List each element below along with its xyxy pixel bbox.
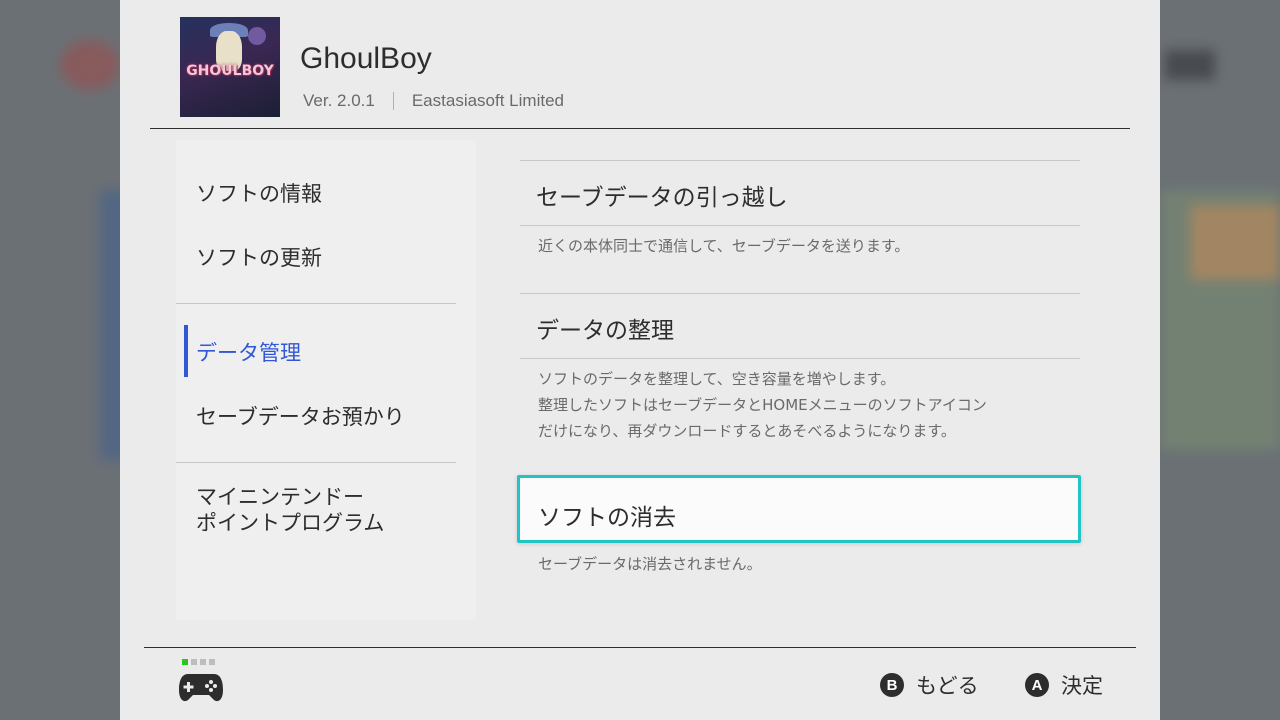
option-transfer-save-data[interactable]: セーブデータの引っ越し <box>536 178 788 212</box>
confirm-button[interactable]: A 決定 <box>1025 670 1103 700</box>
sidebar-item-label: ポイントプログラム <box>196 511 385 535</box>
sidebar-item-software-info[interactable]: ソフトの情報 <box>196 178 322 208</box>
back-button[interactable]: B もどる <box>880 670 979 700</box>
divider <box>176 462 456 463</box>
a-button-icon: A <box>1025 673 1049 697</box>
option-description: ソフトのデータを整理して、空き容量を増やします。 整理したソフトはセーブデータと… <box>538 370 987 440</box>
back-label: もどる <box>916 674 979 698</box>
sidebar-item-software-update[interactable]: ソフトの更新 <box>196 242 322 272</box>
divider <box>392 92 394 110</box>
background-tile <box>60 40 120 90</box>
game-icon: GHOULBOY <box>180 17 280 117</box>
active-indicator <box>184 325 188 377</box>
divider <box>144 647 1136 648</box>
game-meta: Ver. 2.0.1 Eastasiasoft Limited <box>303 91 564 111</box>
sidebar-item-label: マイニンテンドー <box>196 485 364 509</box>
divider <box>520 293 1080 294</box>
sidebar-item-my-nintendo[interactable]: マイニンテンドー ポイントプログラム <box>196 484 384 536</box>
divider <box>150 128 1130 129</box>
sidebar-item-save-data-cloud[interactable]: セーブデータお預かり <box>196 401 405 431</box>
game-title: GhoulBoy <box>300 42 432 75</box>
divider <box>520 358 1080 359</box>
user-indicator <box>182 659 215 665</box>
background-tile <box>1190 205 1280 280</box>
divider <box>520 160 1080 161</box>
option-archive-software[interactable]: データの整理 <box>536 311 674 345</box>
sidebar-item-data-management[interactable]: データ管理 <box>196 337 301 367</box>
game-logo: GHOULBOY <box>186 63 274 79</box>
software-settings-panel: GHOULBOY GhoulBoy Ver. 2.0.1 Eastasiasof… <box>120 0 1160 720</box>
sidebar: ソフトの情報 ソフトの更新 データ管理 セーブデータお預かり マイニンテンドー … <box>176 140 476 620</box>
version-label: Ver. 2.0.1 <box>303 91 375 110</box>
background-tile <box>1165 50 1215 80</box>
gamepad-icon <box>179 674 223 702</box>
option-delete-software[interactable]: ソフトの消去 <box>517 475 1081 543</box>
divider <box>176 303 456 304</box>
b-button-icon: B <box>880 673 904 697</box>
divider <box>520 225 1080 226</box>
option-description: 近くの本体同士で通信して、セーブデータを送ります。 <box>538 237 910 255</box>
confirm-label: 決定 <box>1061 674 1103 698</box>
option-description: セーブデータは消去されません。 <box>538 555 762 573</box>
option-label: ソフトの消去 <box>538 505 676 531</box>
publisher-label: Eastasiasoft Limited <box>411 91 564 110</box>
